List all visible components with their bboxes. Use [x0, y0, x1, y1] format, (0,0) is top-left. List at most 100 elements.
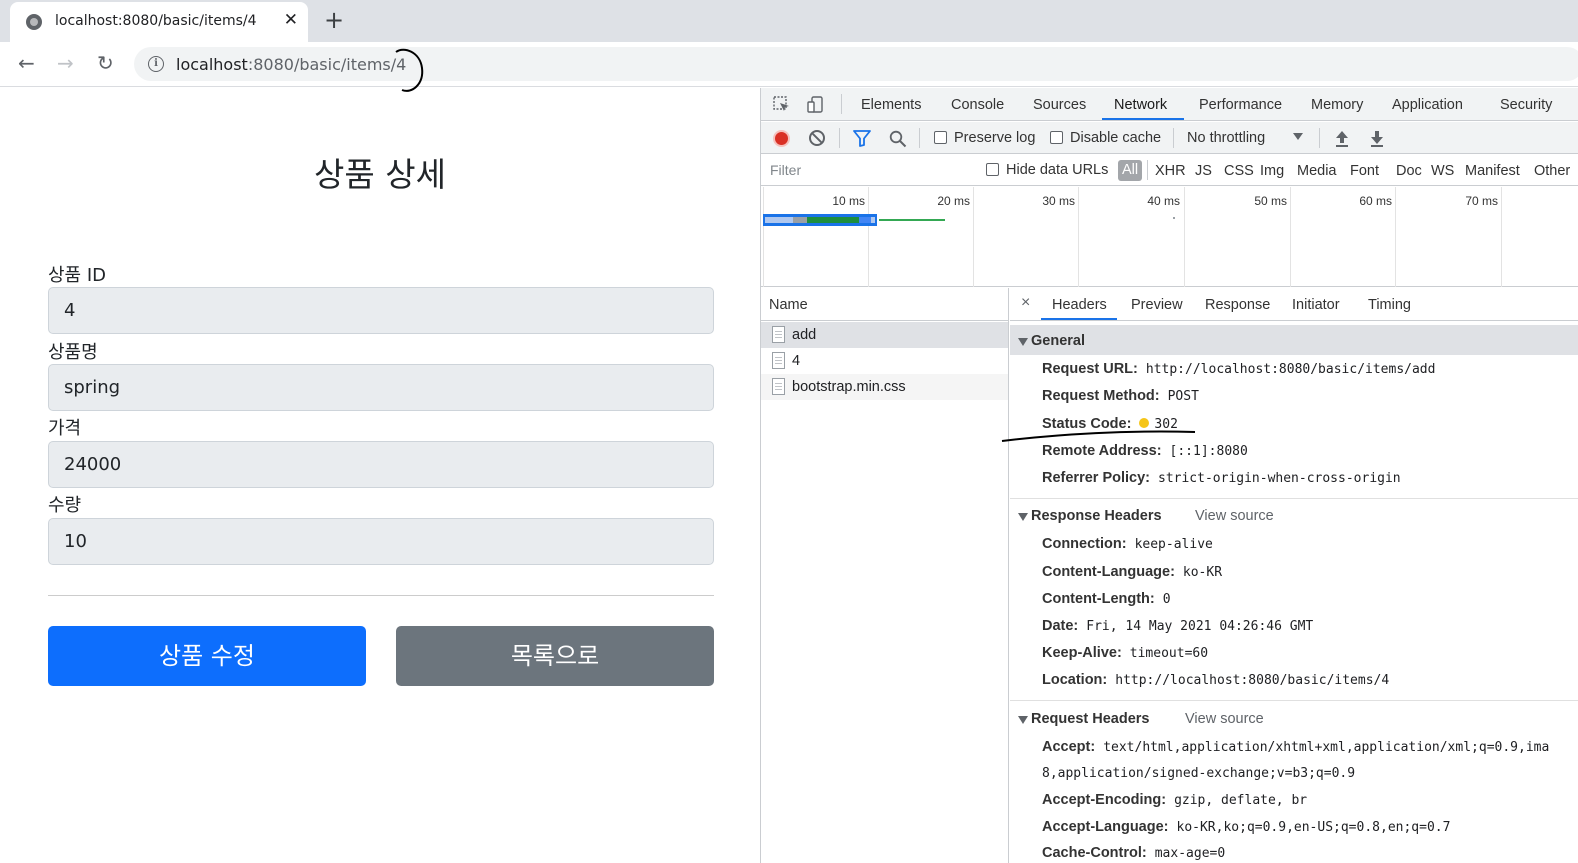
view-source-link[interactable]: View source	[1185, 711, 1264, 727]
search-icon[interactable]	[889, 130, 907, 148]
tab-console[interactable]: Console	[951, 97, 1004, 113]
request-headers-section-header[interactable]: Request Headers View source	[1010, 703, 1578, 733]
remote-address-row: Remote Address: [::1]:8080	[1042, 443, 1248, 459]
request-detail: × Headers Preview Response Initiator Tim…	[1010, 288, 1578, 863]
type-filter-css[interactable]: CSS	[1224, 163, 1254, 179]
browser-tab[interactable]: localhost:8080/basic/items/4 ✕	[10, 2, 308, 42]
tab-preview[interactable]: Preview	[1131, 297, 1183, 313]
address-bar[interactable]: i localhost:8080/basic/items/4	[134, 47, 1578, 81]
header-value: ko-KR	[1182, 565, 1223, 580]
info-icon[interactable]: i	[148, 56, 164, 72]
filter-input[interactable]	[765, 158, 970, 182]
item-id-label: 상품 ID	[48, 265, 107, 286]
request-row-4[interactable]: 4	[761, 348, 1008, 374]
network-timeline-overview[interactable]: 10 ms 20 ms 30 ms 40 ms 50 ms 60 ms 70 m…	[761, 187, 1578, 287]
tab-network[interactable]: Network	[1114, 97, 1167, 113]
record-icon[interactable]	[773, 130, 790, 147]
throttling-select[interactable]: No throttling	[1187, 130, 1265, 146]
toolbar-separator	[1147, 160, 1148, 180]
keep-alive-row: Keep-Alive: timeout=60	[1042, 645, 1208, 661]
new-tab-icon[interactable]: +	[324, 7, 344, 33]
back-to-list-button[interactable]: 목록으로	[396, 626, 714, 686]
tab-performance[interactable]: Performance	[1199, 97, 1282, 113]
request-row-bootstrap[interactable]: bootstrap.min.css	[761, 374, 1008, 400]
checkbox-box[interactable]	[1050, 131, 1063, 144]
expand-caret-icon	[1018, 716, 1028, 724]
tab-initiator[interactable]: Initiator	[1292, 297, 1340, 313]
location-row: Location: http://localhost:8080/basic/ite…	[1042, 672, 1389, 688]
tab-application[interactable]: Application	[1392, 97, 1463, 113]
disable-cache-checkbox[interactable]: Disable cache	[1050, 130, 1161, 146]
general-section-header[interactable]: General	[1010, 325, 1578, 355]
close-detail-icon[interactable]: ×	[1021, 294, 1030, 312]
header-key: Content-Language:	[1042, 564, 1175, 580]
url-text[interactable]: localhost:8080/basic/items/4	[176, 55, 406, 74]
price-label: 가격	[48, 418, 82, 439]
price-field[interactable]: 24000	[48, 441, 714, 488]
tab-security[interactable]: Security	[1500, 97, 1552, 113]
devtools-panel: Elements Console Sources Network Perform…	[760, 88, 1578, 863]
type-filter-img[interactable]: Img	[1260, 163, 1284, 179]
header-key: Accept:	[1042, 739, 1096, 755]
divider	[48, 595, 714, 596]
globe-icon	[26, 14, 42, 30]
document-icon	[772, 352, 785, 369]
header-key: Status Code:	[1042, 416, 1132, 432]
accept-language-row: Accept-Language: ko-KR,ko;q=0.9,en-US;q=0…	[1042, 819, 1450, 835]
reload-icon[interactable]: ↻	[97, 51, 114, 75]
tab-sources[interactable]: Sources	[1033, 97, 1086, 113]
chevron-down-icon[interactable]	[1293, 133, 1303, 140]
request-method-row: Request Method: POST	[1042, 388, 1199, 404]
preserve-log-checkbox[interactable]: Preserve log	[934, 130, 1035, 146]
quantity-field[interactable]: 10	[48, 518, 714, 565]
item-name-field[interactable]: spring	[48, 364, 714, 411]
tab-elements[interactable]: Elements	[861, 97, 921, 113]
close-tab-icon[interactable]: ✕	[284, 10, 298, 30]
request-name: 4	[792, 353, 801, 369]
header-value: keep-alive	[1134, 537, 1213, 552]
toolbar-separator	[839, 128, 840, 148]
request-row-add[interactable]: add	[761, 322, 1008, 348]
type-filter-js[interactable]: JS	[1195, 163, 1212, 179]
type-filter-doc[interactable]: Doc	[1396, 163, 1422, 179]
device-toolbar-icon[interactable]	[807, 96, 824, 113]
type-filter-media[interactable]: Media	[1297, 163, 1337, 179]
import-har-icon[interactable]	[1333, 129, 1351, 148]
document-icon	[772, 378, 785, 395]
header-key: Accept-Encoding:	[1042, 792, 1167, 808]
view-source-link[interactable]: View source	[1195, 508, 1274, 524]
name-column-header[interactable]: Name	[761, 288, 1009, 321]
forward-arrow-icon[interactable]: →	[57, 51, 74, 75]
tab-memory[interactable]: Memory	[1311, 97, 1363, 113]
back-arrow-icon[interactable]: ←	[18, 51, 35, 75]
page-content: 상품 상세 상품 ID 4 상품명 spring 가격 24000 수량 10 …	[0, 88, 760, 863]
type-filter-other[interactable]: Other	[1534, 163, 1570, 179]
response-headers-section-header[interactable]: Response Headers View source	[1010, 500, 1578, 530]
type-filter-ws[interactable]: WS	[1431, 163, 1454, 179]
toolbar-separator	[919, 128, 920, 148]
export-har-icon[interactable]	[1368, 129, 1386, 148]
tab-headers[interactable]: Headers	[1052, 297, 1107, 313]
hide-data-urls-checkbox[interactable]: Hide data URLs	[986, 162, 1108, 178]
active-tab-indicator	[1102, 118, 1184, 120]
checkbox-box[interactable]	[986, 163, 999, 176]
inspect-element-icon[interactable]	[773, 96, 790, 113]
header-value: http://localhost:8080/basic/items/add	[1145, 362, 1436, 377]
type-filter-manifest[interactable]: Manifest	[1465, 163, 1520, 179]
filter-icon[interactable]	[853, 130, 871, 147]
item-id-field[interactable]: 4	[48, 287, 714, 334]
type-filter-xhr[interactable]: XHR	[1155, 163, 1186, 179]
checkbox-box[interactable]	[934, 131, 947, 144]
type-filter-font[interactable]: Font	[1350, 163, 1379, 179]
clear-icon[interactable]	[809, 130, 825, 146]
edit-item-button[interactable]: 상품 수정	[48, 626, 366, 686]
type-filter-all[interactable]: All	[1118, 160, 1143, 181]
toolbar-separator	[841, 94, 842, 114]
tab-response[interactable]: Response	[1205, 297, 1270, 313]
expand-caret-icon	[1018, 513, 1028, 521]
header-value: [::1]:8080	[1169, 444, 1248, 459]
tab-title: localhost:8080/basic/items/4	[55, 13, 257, 29]
header-key: Remote Address:	[1042, 443, 1162, 459]
toolbar-separator	[1319, 128, 1320, 148]
tab-timing[interactable]: Timing	[1368, 297, 1411, 313]
